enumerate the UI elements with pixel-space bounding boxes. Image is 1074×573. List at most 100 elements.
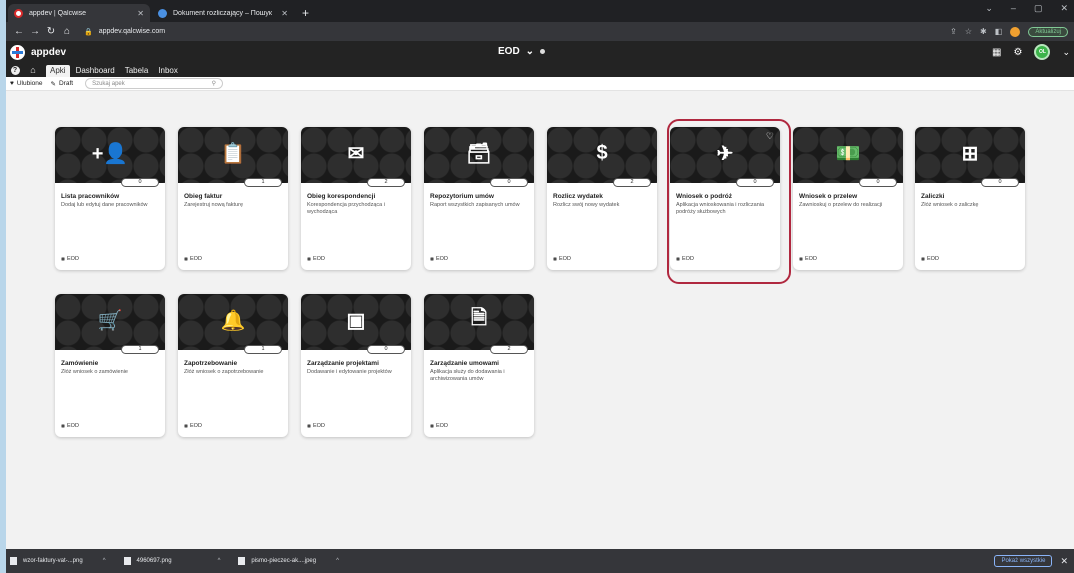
minimize-icon[interactable]: – xyxy=(1011,3,1016,14)
close-tab-icon[interactable]: ✕ xyxy=(281,9,288,18)
grid-icon[interactable]: ▦ xyxy=(992,47,1001,58)
draft-filter[interactable]: ✎ Draft xyxy=(51,80,74,88)
chrome-favicon-icon xyxy=(158,8,167,18)
app-name: Zarządzanie umowami xyxy=(430,360,499,367)
back-icon[interactable]: ← xyxy=(12,26,26,37)
apps-grid: +👤 0 Lista pracowników Dodaj lub edytuj dan… xyxy=(6,113,1074,543)
browser-tab-document[interactable]: Dokument rozliczający – Пошук ✕ xyxy=(152,4,294,22)
browser-tab-appdev[interactable]: appdev | Qalcwise ✕ xyxy=(8,4,150,22)
app-card[interactable]: $2 Rozlicz wydatek Rozlicz swój nowy wydat… xyxy=(547,127,657,270)
archive-icon: 🗃 xyxy=(466,142,492,165)
avatar[interactable]: OL xyxy=(1034,44,1051,60)
tab-apki[interactable]: Apki xyxy=(46,65,70,77)
app-card[interactable]: 🛒 1 Zamówienie Złóż wniosek o zamówienie EOD xyxy=(55,294,165,437)
new-tab-icon[interactable]: + xyxy=(302,4,309,22)
download-item[interactable]: pismo-pieczec-ak....jpeg ^ xyxy=(238,557,339,565)
app-card-banner: 💵 xyxy=(793,127,903,183)
show-all-downloads-button[interactable]: Pokaż wszystkie xyxy=(994,555,1053,567)
app-name: Repozytorium umów xyxy=(430,193,494,200)
tag-dot-icon xyxy=(553,257,557,261)
add-box-icon: ⊞ xyxy=(961,142,979,165)
chevron-up-icon[interactable]: ^ xyxy=(103,558,106,564)
browser-profile-avatar[interactable] xyxy=(1010,26,1021,37)
app-card-banner: $ xyxy=(547,127,657,183)
chevron-up-icon[interactable]: ^ xyxy=(336,558,339,564)
home-icon[interactable]: ⌂ xyxy=(60,26,74,37)
app-tag: EOD xyxy=(921,256,939,262)
download-item[interactable]: 4960697.png ^ xyxy=(123,557,221,565)
app-tag: EOD xyxy=(430,423,448,429)
bookmark-star-icon[interactable]: ☆ xyxy=(965,27,972,36)
url-field[interactable]: 🔒 appdev.qalcwise.com xyxy=(84,28,165,36)
app-card[interactable]: +👤 0 Lista pracowników Dodaj lub edytuj dan… xyxy=(55,127,165,270)
forward-icon[interactable]: → xyxy=(28,26,42,37)
app-tag: EOD xyxy=(307,423,325,429)
app-nav: ? ⌂ Apki Dashboard Tabela Inbox xyxy=(6,63,1074,77)
app-card[interactable]: 💵 0 Wniosek o przelew Zawnioskuj o przelew … xyxy=(793,127,903,270)
app-card[interactable]: ▣ 0 Zarządzanie projektami Dodawanie i edyt… xyxy=(301,294,411,437)
app-card-banner: ▣ xyxy=(301,294,411,350)
reload-icon[interactable]: ↻ xyxy=(44,26,58,37)
close-tab-icon[interactable]: ✕ xyxy=(137,9,144,18)
tab-dashboard[interactable]: Dashboard xyxy=(72,65,119,77)
favorites-filter[interactable]: ♥ Ulubione xyxy=(10,80,43,87)
app-count-badge: 1 xyxy=(121,345,159,354)
extensions-icon[interactable]: ✱ xyxy=(980,27,987,36)
file-icon xyxy=(10,557,17,565)
app-name: Obieg faktur xyxy=(184,193,223,200)
app-card[interactable]: 🗎 2 Zarządzanie umowami Aplikacja służy do … xyxy=(424,294,534,437)
app-description: Korespondencja przychodząca i wychodząca xyxy=(307,202,385,215)
qalcwise-logo-icon[interactable] xyxy=(10,44,25,60)
home-icon[interactable]: ⌂ xyxy=(28,65,38,75)
app-card[interactable]: 🗃 0 Repozytorium umów Raport wszystkich zap… xyxy=(424,127,534,270)
app-card-banner: 🗎 xyxy=(424,294,534,350)
tag-dot-icon xyxy=(307,424,311,428)
heart-icon: ♥ xyxy=(10,80,14,87)
app-name: Wniosek o przelew xyxy=(799,193,858,200)
app-name: Rozlicz wydatek xyxy=(553,193,603,200)
sidepanel-icon[interactable]: ◧ xyxy=(995,27,1003,36)
filter-bar: ♥ Ulubione ✎ Draft Szukaj apek ⚲ xyxy=(6,77,1074,91)
app-header: appdev EOD ⌄ ▦ ⚙ OL ⌄ xyxy=(6,41,1074,63)
restore-icon[interactable]: ▢ xyxy=(1034,3,1043,14)
window-controls: ⌄ – ▢ ✕ xyxy=(985,3,1068,14)
app-name: Zamówienie xyxy=(61,360,99,367)
app-card[interactable]: 📋 1 Obieg faktur Zarejestruj nową fakturę EO… xyxy=(178,127,288,270)
search-input[interactable]: Szukaj apek ⚲ xyxy=(85,78,224,89)
tab-search-icon[interactable]: ⌄ xyxy=(985,3,993,14)
tab-tabela[interactable]: Tabela xyxy=(121,65,153,77)
tab-inbox[interactable]: Inbox xyxy=(154,65,182,77)
tag-dot-icon xyxy=(307,257,311,261)
update-button[interactable]: Aktualizuj xyxy=(1028,26,1068,37)
app-count-badge: 0 xyxy=(859,178,897,187)
chevron-down-icon[interactable]: ⌄ xyxy=(1062,47,1070,58)
tag-dot-icon xyxy=(61,257,65,261)
app-count-badge: 0 xyxy=(981,178,1019,187)
file-icon xyxy=(123,557,131,565)
gear-icon[interactable]: ⚙ xyxy=(1013,47,1022,58)
app-card[interactable]: 🔔 1 Zapotrzebowanie Złóż wniosek o zapotrze… xyxy=(178,294,288,437)
workspace-selector[interactable]: EOD ⌄ xyxy=(498,46,546,57)
app-count-badge: 1 xyxy=(244,345,282,354)
add-person-icon: +👤 xyxy=(91,142,129,165)
download-item[interactable]: wzor-faktury-vat-...png ^ xyxy=(10,557,106,565)
close-icon[interactable]: ✕ xyxy=(1060,556,1068,567)
app-card[interactable]: ✉ 2 Obieg korespondencji Korespondencja prz… xyxy=(301,127,411,270)
close-window-icon[interactable]: ✕ xyxy=(1060,3,1068,14)
highlight-frame xyxy=(667,119,791,284)
app-count-badge: 1 xyxy=(244,178,282,187)
share-icon[interactable]: ⇪ xyxy=(950,27,957,36)
app-name: Zaliczki xyxy=(921,193,945,200)
pencil-icon: ✎ xyxy=(50,80,56,88)
chevron-up-icon[interactable]: ^ xyxy=(218,558,221,564)
app-description: Złóż wniosek o zapotrzebowanie xyxy=(184,369,264,375)
app-tag: EOD xyxy=(799,256,817,262)
app-card[interactable]: ⊞ 0 Zaliczki Złóż wniosek o zaliczkę EOD xyxy=(915,127,1025,270)
app-description: Złóż wniosek o zamówienie xyxy=(61,369,128,375)
app-card-banner: 🛒 xyxy=(55,294,165,350)
status-dot-icon xyxy=(540,49,546,54)
help-icon[interactable]: ? xyxy=(10,65,20,75)
bell-plus-icon: 🔔 xyxy=(220,309,246,332)
app-tag: EOD xyxy=(307,256,325,262)
app-tag: EOD xyxy=(184,256,202,262)
